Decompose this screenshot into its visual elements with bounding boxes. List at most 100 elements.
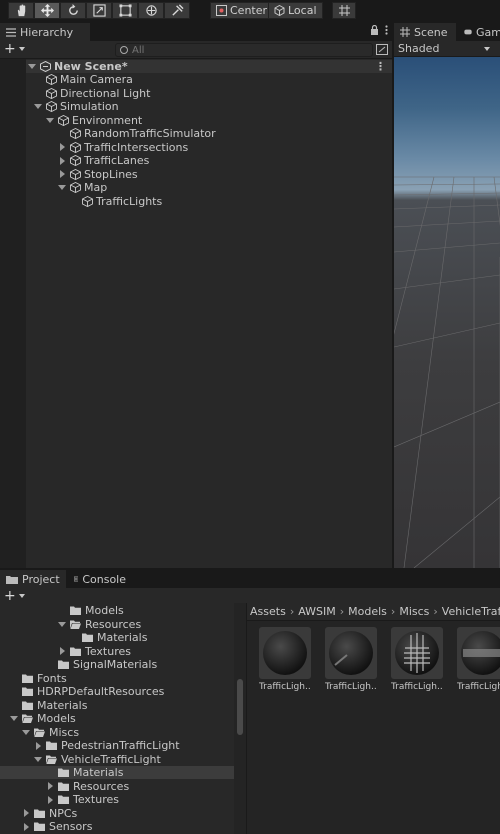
folder-icon [82,633,93,642]
breadcrumb-item[interactable]: AWSIM [298,605,336,618]
project-folder-item[interactable]: Miscs [0,726,234,739]
project-folder-item[interactable]: Resources [0,780,234,793]
project-folder-item[interactable]: VehicleTrafficLight [0,753,234,766]
collapse-arrow-icon[interactable] [60,143,65,151]
gameobject-cube-icon [58,114,69,126]
create-plus-icon[interactable]: + [4,42,16,56]
rect-tool-button[interactable] [112,2,138,19]
project-folder-item[interactable]: Textures [0,793,234,806]
hierarchy-item[interactable]: Simulation [26,100,392,113]
project-folder-label: Sensors [49,820,93,833]
hierarchy-item[interactable]: Map [26,181,392,194]
hierarchy-toolbar: + [0,41,392,59]
project-tree-scrollbar[interactable] [234,603,246,834]
collapse-arrow-icon[interactable] [48,795,53,804]
transform-tool-button[interactable] [138,2,164,19]
project-folder-item[interactable]: Models [0,712,234,725]
expand-arrow-icon[interactable] [34,104,42,109]
grid-snapping-button[interactable] [332,2,356,19]
expand-arrow-icon[interactable] [28,64,36,69]
hand-icon [17,4,25,17]
project-folder-label: Resources [85,617,142,631]
lock-icon[interactable] [370,25,379,35]
collapse-arrow-icon[interactable] [60,156,65,165]
material-thumbnail [457,627,500,679]
pivot-space-label: Local [288,4,317,17]
hierarchy-item[interactable]: StopLines [26,168,392,181]
project-folder-item[interactable]: Resources [0,618,234,631]
tab-game[interactable]: Gam [458,23,500,41]
project-folder-label: NPCs [49,806,78,820]
project-folder-item[interactable]: PedestrianTrafficLight [0,739,234,752]
tab-scene[interactable]: Scene [394,23,456,41]
breadcrumb-item[interactable]: VehicleTraffic [442,605,500,618]
expand-arrow-icon[interactable] [46,117,54,123]
project-folder-item[interactable]: Materials [0,766,234,779]
hierarchy-item[interactable]: TrafficLights [26,195,392,208]
tab-hierarchy[interactable]: Hierarchy [0,23,90,41]
custom-tool-button[interactable] [164,2,190,19]
hierarchy-item[interactable]: Directional Light [26,87,392,100]
chevron-down-icon[interactable] [19,594,25,598]
asset-grid: TrafficLigh... TrafficLigh... TrafficLigh.… [259,627,500,692]
move-tool-button[interactable] [34,2,60,19]
kebab-menu-icon[interactable] [385,25,388,35]
material-asset[interactable]: TrafficLigh... [457,627,500,692]
breadcrumb-item[interactable]: Models [348,605,387,618]
project-folder-item[interactable]: Materials [0,631,234,644]
expand-arrow-icon[interactable] [10,716,18,721]
hand-tool-button[interactable] [8,2,34,19]
collapse-arrow-icon[interactable] [24,809,29,817]
expand-arrow-icon[interactable] [58,185,66,190]
material-asset[interactable]: TrafficLigh... [325,627,377,692]
scene-viewport[interactable] [394,57,500,568]
hierarchy-gutter [0,59,26,568]
scene-row[interactable]: New Scene* ⋮ [26,60,392,73]
folder-icon [58,660,69,669]
project-folder-item[interactable]: Models [0,604,234,617]
project-folder-item[interactable]: SignalMaterials [0,658,234,671]
project-folder-item[interactable]: Materials [0,699,234,712]
tab-project[interactable]: Project [0,570,66,588]
breadcrumb-item[interactable]: Assets [250,605,286,618]
rotate-tool-button[interactable] [60,2,86,19]
expand-arrow-icon[interactable] [34,756,42,762]
project-folder-item[interactable]: Fonts [0,672,234,685]
pivot-space-button[interactable]: Local [268,2,323,19]
tab-console[interactable]: Console [68,570,132,588]
collapse-arrow-icon[interactable] [48,782,53,790]
hierarchy-item[interactable]: Main Camera [26,73,392,86]
search-icon [120,46,128,54]
project-folder-item[interactable]: Textures [0,645,234,658]
hierarchy-item[interactable]: TrafficLanes [26,154,392,167]
project-folder-item[interactable]: Sensors [0,820,234,833]
breadcrumb-item[interactable]: Miscs [399,605,429,618]
scrollbar-thumb[interactable] [237,679,243,735]
draw-mode-dropdown[interactable]: Shaded [394,41,500,57]
scene-menu-icon[interactable]: ⋮ [375,60,386,73]
expand-arrow-icon[interactable] [22,729,30,735]
chevron-down-icon[interactable] [19,47,25,51]
collapse-arrow-icon[interactable] [60,647,65,655]
hierarchy-item[interactable]: Environment [26,114,392,127]
project-folder-item[interactable]: HDRPDefaultResources [0,685,234,698]
gameobject-cube-icon [70,182,81,193]
material-asset[interactable]: TrafficLigh... [391,627,443,692]
material-asset[interactable]: TrafficLigh... [259,627,311,692]
project-folder-item[interactable]: NPCs [0,807,234,820]
pivot-mode-button[interactable]: Center [210,2,274,19]
expand-arrow-icon[interactable] [58,621,66,627]
collapse-arrow-icon[interactable] [24,822,29,831]
scale-tool-button[interactable] [86,2,112,19]
hierarchy-tabbar: Hierarchy [0,23,392,41]
hierarchy-search-input[interactable] [128,44,348,56]
hierarchy-item[interactable]: RandomTrafficSimulator [26,127,392,140]
breadcrumb-separator-icon: › [390,605,396,618]
create-plus-icon[interactable]: + [4,589,16,603]
collapse-arrow-icon[interactable] [36,741,41,750]
collapse-arrow-icon[interactable] [60,170,65,178]
hierarchy-item[interactable]: TrafficIntersections [26,141,392,154]
hierarchy-search[interactable] [115,43,373,57]
pivot-center-icon [216,5,227,16]
scene-visibility-icon[interactable] [376,44,388,55]
